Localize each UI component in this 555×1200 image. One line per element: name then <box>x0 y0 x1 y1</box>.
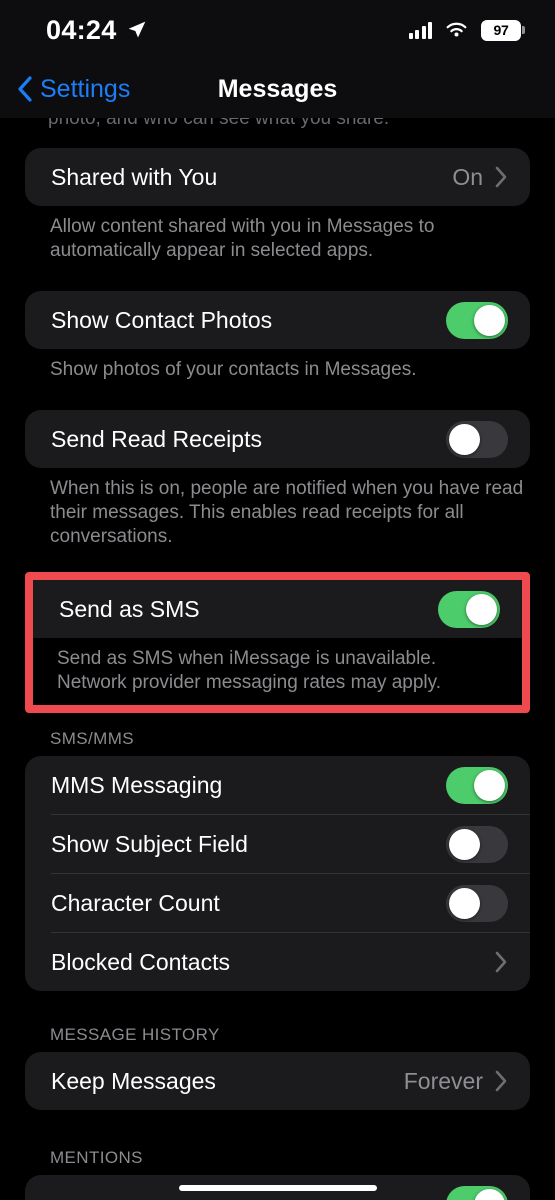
chevron-right-icon <box>495 166 507 188</box>
toggle-show-subject-field[interactable] <box>446 825 508 863</box>
footnote-send-read-receipts: When this is on, people are notified whe… <box>50 478 524 547</box>
row-mms-messaging[interactable]: MMS Messaging <box>25 756 530 814</box>
toggle-knob <box>449 828 480 860</box>
toggle-mms-messaging[interactable] <box>446 766 508 804</box>
iphone-settings-messages-screen: 04:24 97 Settings Messages photo, and wh… <box>0 0 555 1200</box>
wifi-icon <box>446 22 467 37</box>
row-label: Show Contact Photos <box>51 306 273 333</box>
chevron-right-icon <box>495 951 507 973</box>
send-read-receipts-group: Send Read Receipts <box>25 410 530 468</box>
row-label: Send as SMS <box>59 595 200 622</box>
shared-with-you-group: Shared with You On <box>25 148 530 206</box>
row-label: Shared with You <box>51 163 218 190</box>
row-label: Keep Messages <box>51 1067 216 1094</box>
row-label: Blocked Contacts <box>51 948 230 975</box>
toggle-knob <box>474 769 505 801</box>
page-title: Messages <box>217 74 338 103</box>
chevron-right-icon <box>495 1070 507 1092</box>
toggle-character-count[interactable] <box>446 884 508 922</box>
status-bar-left: 04:24 <box>46 15 147 46</box>
toggle-knob <box>474 1188 505 1200</box>
row-label: Send Read Receipts <box>51 425 262 452</box>
row-send-read-receipts[interactable]: Send Read Receipts <box>25 410 530 468</box>
row-keep-messages[interactable]: Keep Messages Forever <box>25 1052 530 1110</box>
row-show-contact-photos[interactable]: Show Contact Photos <box>25 291 530 349</box>
toggle-knob <box>474 304 505 336</box>
settings-scroll-content[interactable]: photo, and who can see what you share. S… <box>0 108 555 1200</box>
home-indicator[interactable] <box>178 1185 377 1191</box>
row-send-as-sms[interactable]: Send as SMS <box>33 580 522 638</box>
location-arrow-icon <box>128 21 145 38</box>
row-blocked-contacts[interactable]: Blocked Contacts <box>25 933 530 991</box>
navigation-bar: Settings Messages <box>0 60 555 118</box>
row-accessory: On <box>452 164 508 191</box>
toggle-knob <box>466 593 497 625</box>
section-header-sms-mms: SMS/MMS <box>50 729 135 748</box>
row-accessory: Forever <box>404 1068 508 1095</box>
toggle-send-as-sms[interactable] <box>438 590 500 628</box>
row-value: On <box>452 163 483 190</box>
section-header-mentions: MENTIONS <box>50 1148 143 1167</box>
toggle-send-read-receipts[interactable] <box>446 420 508 458</box>
battery-level-label: 97 <box>493 22 509 38</box>
send-as-sms-group: Send as SMS <box>33 580 522 638</box>
footnote-show-contact-photos: Show photos of your contacts in Messages… <box>50 359 417 380</box>
cellular-signal-icon <box>408 21 432 39</box>
footnote-send-as-sms: Send as SMS when iMessage is unavailable… <box>57 648 442 693</box>
toggle-knob <box>449 423 480 455</box>
send-as-sms-highlight-box: Send as SMS Send as SMS when iMessage is… <box>25 572 530 713</box>
toggle-mentions[interactable] <box>446 1185 508 1200</box>
toggle-knob <box>449 887 480 919</box>
section-header-message-history: MESSAGE HISTORY <box>50 1025 220 1044</box>
back-button-label: Settings <box>40 74 131 103</box>
row-label: MMS Messaging <box>51 771 223 798</box>
sms-mms-group: MMS Messaging Show Subject Field Charact… <box>25 756 530 991</box>
back-button[interactable]: Settings <box>16 60 130 118</box>
row-label: Show Subject Field <box>51 830 248 857</box>
row-show-subject-field[interactable]: Show Subject Field <box>25 815 530 873</box>
chevron-left-icon <box>18 76 32 102</box>
status-bar: 04:24 97 <box>0 0 555 60</box>
row-character-count[interactable]: Character Count <box>25 874 530 932</box>
status-bar-clock: 04:24 <box>46 14 117 45</box>
show-contact-photos-group: Show Contact Photos <box>25 291 530 349</box>
battery-indicator: 97 <box>481 19 525 41</box>
row-value: Forever <box>403 1067 483 1094</box>
row-shared-with-you[interactable]: Shared with You On <box>25 148 530 206</box>
toggle-show-contact-photos[interactable] <box>446 301 508 339</box>
footnote-shared-with-you: Allow content shared with you in Message… <box>50 216 435 261</box>
message-history-group: Keep Messages Forever <box>25 1052 530 1110</box>
status-bar-right: 97 <box>408 19 525 41</box>
row-label: Character Count <box>51 889 220 916</box>
